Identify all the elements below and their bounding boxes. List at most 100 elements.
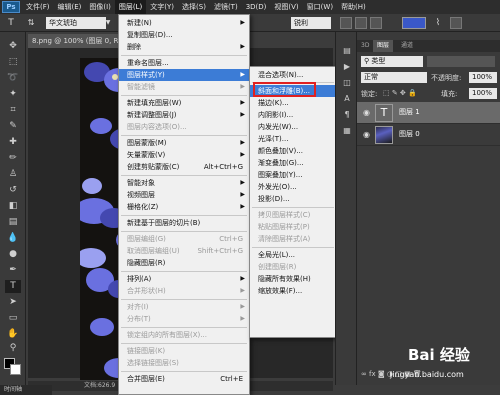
tab-channels[interactable]: 通道	[397, 40, 417, 52]
menu-window[interactable]: 窗口(W)	[303, 0, 337, 14]
submenu-item-hide-all-effects[interactable]: 隐藏所有效果(H)	[250, 273, 336, 285]
font-family-select[interactable]: 华文琥珀	[46, 17, 106, 29]
menu-edit[interactable]: 编辑(E)	[54, 0, 86, 14]
menu-select[interactable]: 选择(S)	[178, 0, 210, 14]
menu-layer[interactable]: 图层(L)	[114, 0, 147, 14]
marquee-tool-icon[interactable]: ⬚	[5, 56, 21, 69]
menu-item-layer-mask[interactable]: 图层蒙版(M) ▶	[119, 137, 249, 149]
menu-item-new-layer-based-slice[interactable]: 新建基于图层的切片(B)	[119, 217, 249, 229]
blur-tool-icon[interactable]: 💧	[5, 232, 21, 245]
lasso-tool-icon[interactable]: ➰	[5, 72, 21, 85]
actions-panel-icon[interactable]: ▶	[341, 62, 353, 72]
menu-item-video-layers[interactable]: 视频图层 ▶	[119, 189, 249, 201]
text-orientation-icon[interactable]: ⇅	[24, 17, 38, 29]
submenu-item-gradient-overlay[interactable]: 渐变叠加(G)...	[250, 157, 336, 169]
menu-item-select-linked-layers[interactable]: 选择链接图层(S)	[119, 357, 249, 369]
menu-type[interactable]: 文字(Y)	[146, 0, 178, 14]
submenu-item-global-light[interactable]: 全局光(L)...	[250, 249, 336, 261]
background-color-swatch[interactable]	[10, 364, 21, 375]
menu-filter[interactable]: 滤镜(T)	[210, 0, 242, 14]
menu-item-rasterize[interactable]: 栅格化(Z) ▶	[119, 201, 249, 213]
align-center-icon[interactable]	[355, 17, 367, 29]
opacity-input[interactable]: 100%	[469, 72, 497, 83]
anti-alias-select[interactable]: 锐利	[291, 17, 331, 29]
menu-view[interactable]: 视图(V)	[270, 0, 302, 14]
tab-3d[interactable]: 3D	[357, 40, 373, 52]
submenu-item-satin[interactable]: 光泽(T)...	[250, 133, 336, 145]
move-tool-icon[interactable]: ✥	[5, 40, 21, 53]
history-panel-icon[interactable]: ▤	[341, 46, 353, 56]
menu-file[interactable]: 文件(F)	[22, 0, 54, 14]
character-panel-icon[interactable]	[450, 17, 462, 29]
healing-brush-icon[interactable]: ✚	[5, 136, 21, 149]
submenu-item-outer-glow[interactable]: 外发光(O)...	[250, 181, 336, 193]
menu-item-create-clipping-mask[interactable]: 创建剪贴蒙版(C) Alt+Ctrl+G	[119, 161, 249, 173]
visibility-eye-icon[interactable]: ◉	[363, 108, 370, 117]
submenu-item-stroke[interactable]: 描边(K)...	[250, 97, 336, 109]
clone-stamp-icon[interactable]: ♙	[5, 168, 21, 181]
tab-layers[interactable]: 图层	[373, 40, 394, 52]
crop-tool-icon[interactable]: ⌗	[5, 104, 21, 117]
menu-item-new-adjustment-layer[interactable]: 新建调整图层(J) ▶	[119, 109, 249, 121]
warp-text-icon[interactable]: ⌇	[432, 17, 444, 29]
menu-item-smart-filter[interactable]: 智能滤镜 ▶	[119, 81, 249, 93]
layer-row[interactable]: ◉ 图层 0	[357, 124, 500, 146]
properties-panel-icon[interactable]: ◫	[341, 78, 353, 88]
submenu-item-blending-options[interactable]: 混合选项(N)...	[250, 69, 336, 81]
menu-item-vector-mask[interactable]: 矢量蒙版(V) ▶	[119, 149, 249, 161]
menu-item-distribute[interactable]: 分布(T) ▶	[119, 313, 249, 325]
menu-item-merge-layers[interactable]: 合并图层(E) Ctrl+E	[119, 373, 249, 385]
layer-name[interactable]: 图层 1	[399, 107, 420, 117]
menu-item-arrange[interactable]: 排列(A) ▶	[119, 273, 249, 285]
submenu-item-copy-layer-style[interactable]: 拷贝图层样式(C)	[250, 209, 336, 221]
menu-item-new-fill-layer[interactable]: 新建填充图层(W) ▶	[119, 97, 249, 109]
menu-item-lock-all-layers-in-group[interactable]: 锁定组内的所有图层(X)...	[119, 329, 249, 341]
menu-3d[interactable]: 3D(D)	[242, 0, 271, 14]
layer-name[interactable]: 图层 0	[399, 129, 420, 139]
align-right-icon[interactable]	[370, 17, 382, 29]
submenu-item-color-overlay[interactable]: 颜色叠加(V)...	[250, 145, 336, 157]
pen-tool-icon[interactable]: ✒	[5, 264, 21, 277]
history-brush-icon[interactable]: ↺	[5, 184, 21, 197]
layer-filter-icons[interactable]	[427, 56, 495, 67]
hand-tool-icon[interactable]: ✋	[5, 328, 21, 341]
menu-item-rename-layer[interactable]: 重命名图层...	[119, 57, 249, 69]
type-tool-icon[interactable]: T	[5, 280, 21, 293]
brush-tool-icon[interactable]: ✏	[5, 152, 21, 165]
text-color-swatch[interactable]	[402, 17, 426, 29]
menu-image[interactable]: 图像(I)	[85, 0, 115, 14]
align-left-icon[interactable]	[340, 17, 352, 29]
dodge-tool-icon[interactable]: ●	[5, 248, 21, 261]
menu-item-combine-shapes[interactable]: 合并形状(H) ▶	[119, 285, 249, 297]
character-panel-icon[interactable]: A	[341, 94, 353, 104]
submenu-item-clear-layer-style[interactable]: 清除图层样式(A)	[250, 233, 336, 245]
menu-item-ungroup-layers[interactable]: 取消图层编组(U) Shift+Ctrl+G	[119, 245, 249, 257]
submenu-item-scale-effects[interactable]: 缩放效果(F)...	[250, 285, 336, 297]
submenu-item-drop-shadow[interactable]: 投影(D)...	[250, 193, 336, 205]
magic-wand-icon[interactable]: ✦	[5, 88, 21, 101]
eyedropper-tool-icon[interactable]: ✎	[5, 120, 21, 133]
menu-item-link-layers[interactable]: 链接图层(K)	[119, 345, 249, 357]
lock-icons[interactable]: ⬚ ✎ ✥ 🔒	[383, 89, 417, 97]
zoom-tool-icon[interactable]: ⚲	[5, 342, 21, 355]
layer-row[interactable]: ◉ T 图层 1	[357, 102, 500, 124]
menu-item-smart-objects[interactable]: 智能对象 ▶	[119, 177, 249, 189]
submenu-item-inner-shadow[interactable]: 内阴影(I)...	[250, 109, 336, 121]
chevron-down-icon[interactable]: ▼	[104, 17, 112, 29]
menu-item-layer-style[interactable]: 图层样式(Y) ▶	[119, 69, 249, 81]
path-selection-icon[interactable]: ➤	[5, 296, 21, 309]
submenu-item-create-layer[interactable]: 创建图层(R)	[250, 261, 336, 273]
menu-item-group-layers[interactable]: 图层编组(G) Ctrl+G	[119, 233, 249, 245]
swatches-panel-icon[interactable]: ▦	[341, 126, 353, 136]
type-tool-preset-icon[interactable]: T	[4, 17, 18, 29]
submenu-item-paste-layer-style[interactable]: 粘贴图层样式(P)	[250, 221, 336, 233]
timeline-tab[interactable]: 时间轴	[0, 385, 52, 395]
submenu-item-pattern-overlay[interactable]: 图案叠加(Y)...	[250, 169, 336, 181]
visibility-eye-icon[interactable]: ◉	[363, 130, 370, 139]
fill-input[interactable]: 100%	[469, 88, 497, 99]
gradient-tool-icon[interactable]: ▤	[5, 216, 21, 229]
shape-tool-icon[interactable]: ▭	[5, 312, 21, 325]
submenu-item-inner-glow[interactable]: 内发光(W)...	[250, 121, 336, 133]
layer-kind-filter-select[interactable]: ⚲ 类型	[361, 56, 423, 67]
menu-item-delete[interactable]: 删除 ▶	[119, 41, 249, 53]
